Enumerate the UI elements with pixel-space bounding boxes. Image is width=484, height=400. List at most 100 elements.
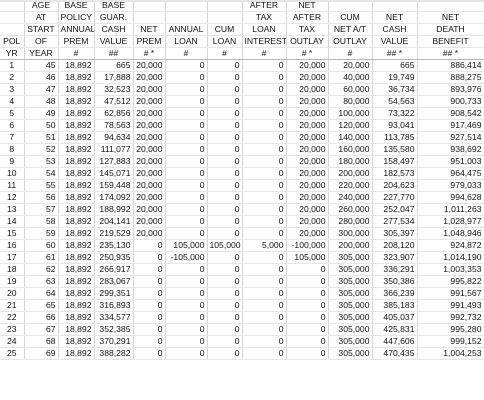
table-cell: 20,000 <box>133 215 166 228</box>
table-cell: 40,000 <box>328 71 373 84</box>
table-cell: 917,469 <box>417 119 484 132</box>
table-cell: 0 <box>242 335 287 348</box>
table-cell: 18,892 <box>58 143 95 156</box>
table-cell: 20,000 <box>286 119 329 132</box>
table-cell: 388,282 <box>94 347 134 360</box>
table-cell: 180,000 <box>328 155 373 168</box>
table-cell: 0 <box>242 131 287 144</box>
column-header-cell: START <box>24 23 59 36</box>
table-cell: 305,000 <box>328 263 373 276</box>
table-cell: 20,000 <box>286 59 329 72</box>
table-row: 25 69 18,892 388,282 0 0 0 0 0 305,000 470,435 1,00… <box>0 347 484 360</box>
table-cell: 1 <box>0 59 25 72</box>
table-cell: 20,000 <box>286 191 329 204</box>
table-row: 21 65 18,892 316,893 0 0 0 0 0 305,000 385,183 991,… <box>0 299 484 312</box>
table-row: 7 51 18,892 94,634 20,000 0 0 0 20,000 140,000 113… <box>0 131 484 144</box>
table-cell: 0 <box>165 155 208 168</box>
table-cell: 0 <box>207 311 243 324</box>
table-cell: 0 <box>133 275 166 288</box>
column-header-cell: # <box>207 47 243 60</box>
table-cell: 305,000 <box>328 251 373 264</box>
table-cell: 0 <box>133 263 166 276</box>
table-row: 19 63 18,892 283,067 0 0 0 0 0 305,000 350,386 995,… <box>0 275 484 288</box>
table-cell: 893,976 <box>417 83 484 96</box>
table-cell: 49 <box>24 107 59 120</box>
table-row: 10 54 18,892 145,071 20,000 0 0 0 20,000 200,000 1… <box>0 167 484 180</box>
table-cell: 20,000 <box>286 83 329 96</box>
table-cell: 888,275 <box>417 71 484 84</box>
column-header-cell: POL <box>0 35 25 48</box>
table-cell: 12 <box>0 191 25 204</box>
table-cell: 0 <box>286 311 329 324</box>
table-cell: 900,733 <box>417 95 484 108</box>
table-cell: 425,831 <box>372 323 418 336</box>
table-row: 24 68 18,892 370,291 0 0 0 0 0 305,000 447,606 999,… <box>0 335 484 348</box>
table-cell: 54 <box>24 167 59 180</box>
table-cell: 0 <box>207 251 243 264</box>
table-cell: 93,041 <box>372 119 418 132</box>
table-cell: 0 <box>165 299 208 312</box>
column-header-cell <box>0 23 25 36</box>
table-cell: 64 <box>24 287 59 300</box>
table-cell: 45 <box>24 59 59 72</box>
table-cell: 0 <box>207 203 243 216</box>
table-cell: 18,892 <box>58 263 95 276</box>
table-cell: 18,892 <box>58 167 95 180</box>
column-header-cell <box>207 11 243 24</box>
table-cell: 305,000 <box>328 299 373 312</box>
table-cell: 240,000 <box>328 191 373 204</box>
table-cell: 2 <box>0 71 25 84</box>
table-cell: 0 <box>165 83 208 96</box>
table-cell: 0 <box>165 335 208 348</box>
table-cell: 979,033 <box>417 179 484 192</box>
table-cell: 305,000 <box>328 311 373 324</box>
table-cell: 0 <box>242 143 287 156</box>
table-cell: 188,992 <box>94 203 134 216</box>
table-cell: 0 <box>242 155 287 168</box>
table-cell: 0 <box>165 119 208 132</box>
table-cell: 305,000 <box>328 335 373 348</box>
table-cell: 7 <box>0 131 25 144</box>
column-header-cell: NET A/T <box>328 23 373 36</box>
table-cell: 0 <box>165 287 208 300</box>
column-header-cell: TAX <box>286 23 329 36</box>
table-cell: 174,092 <box>94 191 134 204</box>
table-cell: 9 <box>0 155 25 168</box>
table-row: 11 55 18,892 159,448 20,000 0 0 0 20,000 220,000 2… <box>0 179 484 192</box>
table-cell: 366,239 <box>372 287 418 300</box>
table-cell: 994,628 <box>417 191 484 204</box>
table-cell: 57 <box>24 203 59 216</box>
table-cell: 0 <box>165 71 208 84</box>
table-cell: -105,000 <box>165 251 208 264</box>
table-cell: 0 <box>242 83 287 96</box>
table-row: 18 62 18,892 266,917 0 0 0 0 0 305,000 336,291 1,00… <box>0 263 484 276</box>
table-cell: 995,822 <box>417 275 484 288</box>
table-cell: 1,011,263 <box>417 203 484 216</box>
table-cell: 305,000 <box>328 323 373 336</box>
table-cell: 0 <box>207 287 243 300</box>
table-cell: 105,000 <box>207 239 243 252</box>
table-row: 3 47 18,892 32,523 20,000 0 0 0 20,000 60,000 36,7… <box>0 83 484 96</box>
table-cell: 665 <box>94 59 134 72</box>
table-cell: 73,322 <box>372 107 418 120</box>
table-cell: 53 <box>24 155 59 168</box>
column-header-cell: # * <box>286 47 329 60</box>
table-cell: 992,732 <box>417 311 484 324</box>
column-header-cell: ANNUAL <box>165 23 208 36</box>
column-header-cell: VALUE <box>372 35 418 48</box>
table-cell: 964,475 <box>417 167 484 180</box>
table-cell: 60,000 <box>328 83 373 96</box>
table-cell: 0 <box>242 227 287 240</box>
table-cell: 120,000 <box>328 119 373 132</box>
table-cell: 405,037 <box>372 311 418 324</box>
table-cell: 4 <box>0 95 25 108</box>
table-cell: 17,888 <box>94 71 134 84</box>
table-cell: 0 <box>207 83 243 96</box>
table-cell: 20,000 <box>286 167 329 180</box>
table-cell: 18,892 <box>58 323 95 336</box>
table-cell: 1,014,190 <box>417 251 484 264</box>
table-cell: 0 <box>165 203 208 216</box>
table-cell: 3 <box>0 83 25 96</box>
table-cell: 159,448 <box>94 179 134 192</box>
column-header-cell: NET <box>133 23 166 36</box>
